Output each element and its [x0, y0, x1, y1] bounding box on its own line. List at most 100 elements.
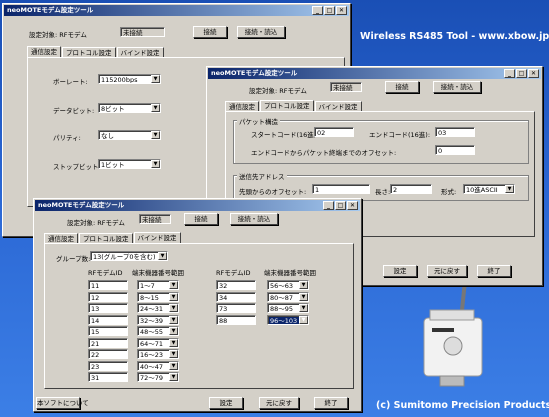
set-button[interactable]: 設定: [209, 397, 243, 409]
range-select[interactable]: 64～71 ▼: [137, 337, 179, 348]
range-select[interactable]: 24～31 ▼: [137, 303, 179, 313]
maximize-button[interactable]: □: [516, 69, 527, 78]
target-status: 未接続: [120, 27, 165, 37]
chevron-down-icon[interactable]: ▼: [169, 361, 178, 370]
connect-button[interactable]: 接続: [385, 81, 419, 93]
target-label: 設定対象: RFモデム: [29, 31, 87, 39]
format-select[interactable]: 10進ASCII ▼: [463, 184, 515, 194]
group-count-label: グループ数:: [56, 255, 91, 263]
rf-id-input[interactable]: 22: [88, 349, 128, 359]
rf-id-input[interactable]: 73: [216, 303, 256, 313]
copyright-text: (c) Sumitomo Precision Products: [376, 400, 549, 411]
range-select[interactable]: 1～7 ▼: [137, 280, 179, 290]
databit-select[interactable]: 8ビット ▼: [98, 103, 161, 113]
length-label: 長さ:: [375, 188, 391, 196]
chevron-down-icon[interactable]: ▼: [151, 160, 160, 168]
chevron-down-icon[interactable]: ▼: [169, 281, 178, 289]
chevron-down-icon[interactable]: ▼: [158, 252, 167, 260]
chevron-down-icon[interactable]: ▼: [151, 131, 160, 139]
range-select[interactable]: 96～103 ▼: [267, 314, 309, 325]
chevron-down-icon[interactable]: ▼: [169, 350, 178, 358]
chevron-down-icon[interactable]: ▼: [505, 185, 514, 193]
rf-id-input[interactable]: 12: [88, 291, 128, 302]
connect-read-button[interactable]: 接続・読込: [237, 26, 285, 38]
offset-label: エンドコードからパケット終端までのオフセット:: [251, 149, 397, 157]
rf-id-input[interactable]: 13: [88, 303, 128, 313]
window-titlebar: neoMOTEモデム設定ツール _ □ ✕: [35, 200, 360, 211]
rf-id-input[interactable]: 14: [88, 314, 128, 325]
maximize-button[interactable]: □: [324, 6, 335, 15]
about-button[interactable]: 本ソフトについて: [36, 397, 89, 409]
rf-id-input[interactable]: 21: [88, 337, 128, 348]
chevron-down-icon[interactable]: ▼: [169, 292, 178, 301]
col-range-right: 端末機器番号範囲: [264, 269, 316, 277]
rf-id-input[interactable]: 32: [216, 280, 256, 290]
range-select[interactable]: 40～47 ▼: [137, 360, 179, 371]
minimize-button[interactable]: _: [312, 6, 323, 15]
chevron-down-icon[interactable]: ▼: [299, 315, 308, 324]
group-count-value: 13(グループ0を含む): [93, 253, 156, 261]
range-value: 48～55: [140, 328, 164, 336]
databit-value: 8ビット: [101, 105, 125, 113]
chevron-down-icon[interactable]: ▼: [151, 75, 160, 83]
exit-button[interactable]: 終了: [314, 397, 348, 409]
chevron-down-icon[interactable]: ▼: [169, 373, 178, 381]
range-select[interactable]: 56～63 ▼: [267, 280, 309, 290]
maximize-button[interactable]: □: [335, 201, 346, 210]
window-bind-settings: neoMOTEモデム設定ツール _ □ ✕ 設定対象: RFモデム 未接続 接続…: [33, 198, 362, 412]
target-label: 設定対象: RFモデム: [67, 219, 125, 227]
minimize-button[interactable]: _: [323, 201, 334, 210]
chevron-down-icon[interactable]: ▼: [169, 338, 178, 347]
range-select[interactable]: 8～15 ▼: [137, 291, 179, 302]
head-offset-label: 先頭からのオフセット:: [239, 188, 307, 196]
restore-button[interactable]: 元に戻す: [259, 397, 299, 409]
end-code-input[interactable]: 03: [435, 127, 475, 137]
minimize-button[interactable]: _: [504, 69, 515, 78]
baud-select[interactable]: 115200bps ▼: [98, 74, 161, 84]
chevron-down-icon[interactable]: ▼: [299, 292, 308, 301]
target-status: 未接続: [139, 214, 171, 224]
exit-button[interactable]: 終了: [477, 265, 511, 277]
chevron-down-icon[interactable]: ▼: [151, 104, 160, 112]
rf-id-input[interactable]: 23: [88, 360, 128, 371]
head-offset-input[interactable]: 1: [312, 184, 370, 194]
rf-id-input[interactable]: 31: [88, 372, 128, 382]
rf-id-input[interactable]: 15: [88, 326, 128, 336]
packet-group-title: パケット構造: [237, 116, 280, 126]
range-select[interactable]: 88～95 ▼: [267, 303, 309, 313]
start-code-input[interactable]: 02: [314, 127, 354, 137]
range-value: 80～87: [270, 293, 294, 302]
restore-button[interactable]: 元に戻す: [427, 265, 467, 277]
close-button[interactable]: ✕: [528, 69, 539, 78]
rf-id-input[interactable]: 34: [216, 291, 256, 302]
range-value: 32～39: [140, 316, 164, 325]
chevron-down-icon[interactable]: ▼: [169, 327, 178, 335]
rf-id-input[interactable]: 88: [216, 314, 256, 325]
close-button[interactable]: ✕: [347, 201, 358, 210]
chevron-down-icon[interactable]: ▼: [299, 304, 308, 312]
group-count-select[interactable]: 13(グループ0を含む) ▼: [90, 251, 168, 261]
set-button[interactable]: 設定: [383, 265, 417, 277]
range-select[interactable]: 80～87 ▼: [267, 291, 309, 302]
parity-label: パリティ:: [53, 134, 81, 142]
connect-read-button[interactable]: 接続・読込: [433, 81, 481, 93]
connect-button[interactable]: 接続: [193, 26, 227, 38]
connect-read-button[interactable]: 接続・読込: [230, 213, 278, 225]
parity-select[interactable]: なし ▼: [98, 130, 161, 140]
rf-id-input[interactable]: 11: [88, 280, 128, 290]
connect-button[interactable]: 接続: [184, 213, 218, 225]
range-select[interactable]: 32～39 ▼: [137, 314, 179, 325]
chevron-down-icon[interactable]: ▼: [169, 304, 178, 312]
chevron-down-icon[interactable]: ▼: [169, 315, 178, 324]
close-button[interactable]: ✕: [336, 6, 347, 15]
range-select[interactable]: 48～55 ▼: [137, 326, 179, 336]
offset-input[interactable]: 0: [435, 145, 475, 155]
range-select[interactable]: 72～79 ▼: [137, 372, 179, 382]
range-select[interactable]: 16～23 ▼: [137, 349, 179, 359]
range-value: 64～71: [140, 339, 164, 348]
format-value: 10進ASCII: [466, 186, 498, 194]
length-input[interactable]: 2: [390, 184, 432, 194]
chevron-down-icon[interactable]: ▼: [299, 281, 308, 289]
databit-label: データビット:: [53, 107, 95, 115]
stopbit-select[interactable]: 1ビット ▼: [98, 159, 161, 169]
